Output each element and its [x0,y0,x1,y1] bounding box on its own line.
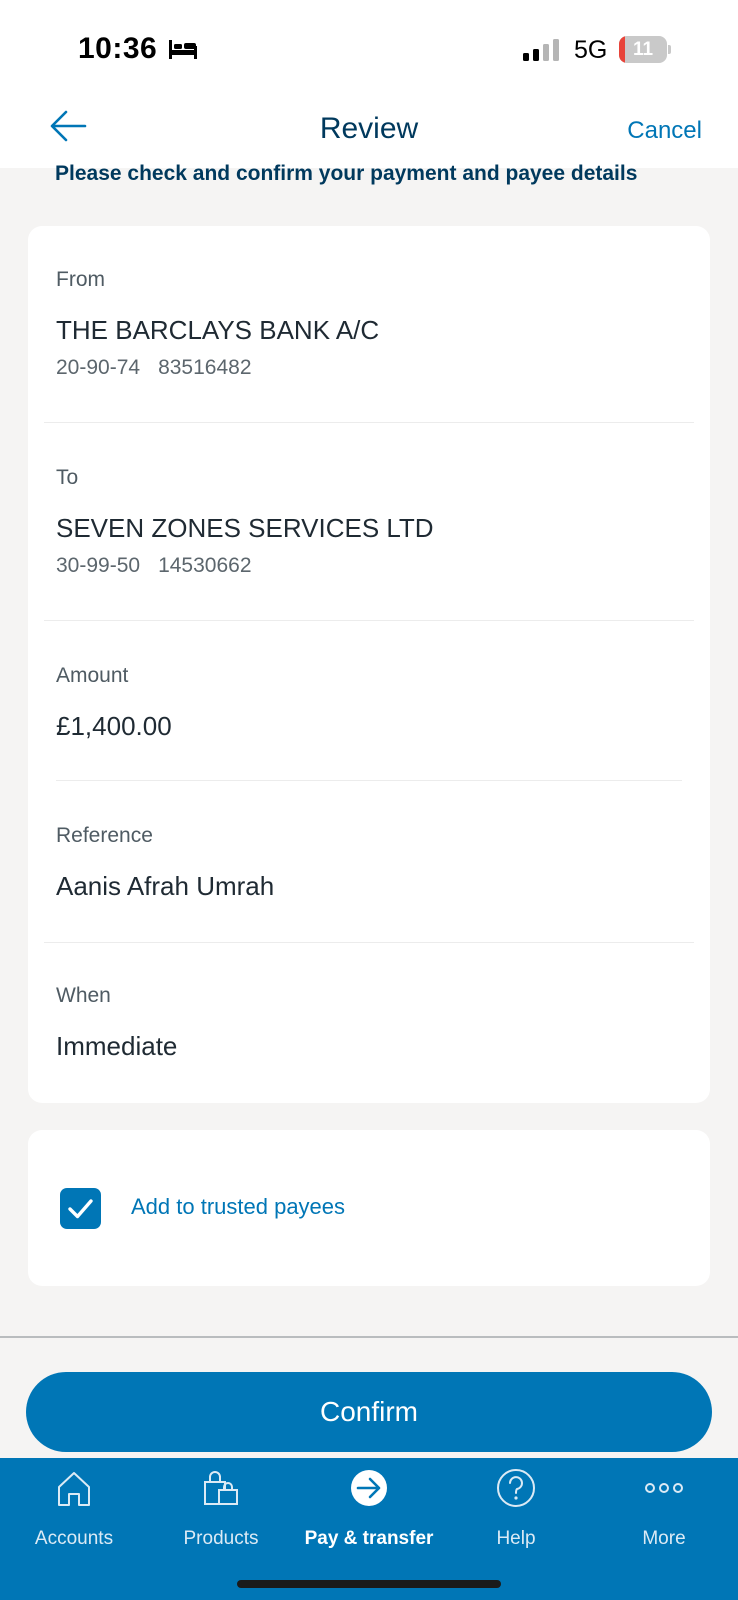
from-account-name: THE BARCLAYS BANK A/C [56,315,380,345]
cancel-button[interactable]: Cancel [627,117,702,145]
from-label: From [56,268,105,291]
when-section: When Immediate [56,984,680,1062]
reference-value: Aanis Afrah Umrah [56,871,275,901]
arrow-right-circle-icon [351,1470,387,1506]
payment-details-card: From THE BARCLAYS BANK A/C 20-90-74 83516… [28,226,710,1103]
tab-label: Products [183,1528,259,1549]
tab-more[interactable]: More [590,1458,738,1568]
status-bar: 10:36 5G 11 [0,0,738,96]
to-label: To [56,466,79,489]
tab-bar: Accounts Products Pay & transfer Help Mo… [0,1458,738,1600]
tab-pay-transfer[interactable]: Pay & transfer [295,1458,443,1568]
to-account-number: 14530662 [158,554,252,577]
divider [44,942,694,943]
reference-section: Reference Aanis Afrah Umrah [56,824,680,902]
more-dots-icon [645,1483,683,1493]
to-sort-code: 30-99-50 [56,554,141,577]
when-label: When [56,984,111,1007]
tab-accounts[interactable]: Accounts [0,1458,148,1568]
tab-label: Help [496,1528,536,1549]
amount-label: Amount [56,664,129,687]
tab-label: More [642,1528,686,1549]
tab-label: Accounts [34,1528,114,1549]
signal-icon [523,39,559,61]
nav-bar: Review Cancel [0,96,738,168]
divider [56,780,682,781]
home-icon [58,1472,90,1506]
shopping-bags-icon [204,1471,238,1505]
network-label: 5G [574,36,608,64]
divider [44,620,694,621]
battery-icon: 11 [619,36,671,63]
from-sort-code: 20-90-74 [56,356,141,379]
trusted-payee-label[interactable]: Add to trusted payees [131,1194,345,1220]
amount-value: £1,400.00 [56,711,172,741]
instruction-text: Please check and confirm your payment an… [55,162,638,185]
confirm-button[interactable]: Confirm [26,1372,712,1452]
status-time: 10:36 [78,32,158,65]
to-payee-name: SEVEN ZONES SERVICES LTD [56,513,434,543]
amount-section: Amount £1,400.00 [56,664,680,742]
question-circle-icon [497,1469,535,1507]
tab-help[interactable]: Help [442,1458,590,1568]
from-section: From THE BARCLAYS BANK A/C 20-90-74 83516… [56,268,680,380]
bed-icon [169,40,197,59]
reference-label: Reference [56,824,153,847]
tab-products[interactable]: Products [147,1458,295,1568]
from-account-number: 83516482 [158,356,252,379]
checkmark-icon [68,1199,93,1219]
trusted-payee-checkbox[interactable] [60,1188,101,1229]
trusted-payee-card: Add to trusted payees [28,1130,710,1286]
battery-level: 11 [632,39,654,60]
divider [44,422,694,423]
to-section: To SEVEN ZONES SERVICES LTD 30-99-50 1453… [56,466,680,578]
from-account-details: 20-90-74 83516482 [56,356,680,380]
home-indicator[interactable] [237,1580,501,1588]
divider [0,1336,738,1338]
when-value: Immediate [56,1031,178,1061]
tab-label: Pay & transfer [304,1528,434,1549]
to-account-details: 30-99-50 14530662 [56,554,680,578]
